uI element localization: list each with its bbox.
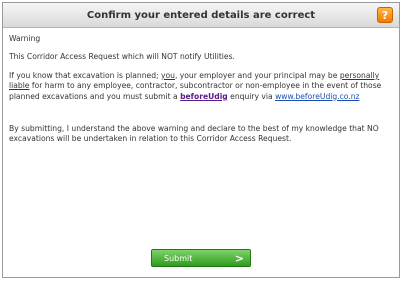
dialog-titlebar: Confirm your entered details are correct… (3, 3, 399, 28)
dialog-body: Warning This Corridor Access Request whi… (3, 28, 399, 145)
beforeudig-url-link[interactable]: www.beforeUdig.co.nz (275, 92, 359, 101)
submit-button[interactable]: Submit > (151, 249, 251, 267)
help-icon[interactable]: ? (377, 7, 393, 23)
submit-label: Submit (164, 253, 193, 263)
confirm-dialog: Confirm your entered details are correct… (2, 2, 400, 278)
dialog-title: Confirm your entered details are correct (86, 9, 316, 21)
warning-heading: Warning (9, 34, 41, 43)
utilities-notice: This Corridor Access Request which will … (9, 52, 235, 62)
action-bar: Submit > (3, 249, 399, 267)
declaration-paragraph: By submitting, I understand the above wa… (9, 124, 379, 144)
you-text: you (161, 70, 175, 80)
liability-text-2: , your employer and your principal may b… (174, 70, 340, 80)
beforeudig-link[interactable]: beforeUdig (180, 92, 228, 101)
liability-text-4: enquiry via (227, 91, 276, 101)
liability-paragraph: If you know that excavation is planned; … (9, 71, 393, 102)
arrow-right-icon: > (234, 251, 244, 265)
liability-text-1: If you know that excavation is planned; (9, 70, 161, 80)
